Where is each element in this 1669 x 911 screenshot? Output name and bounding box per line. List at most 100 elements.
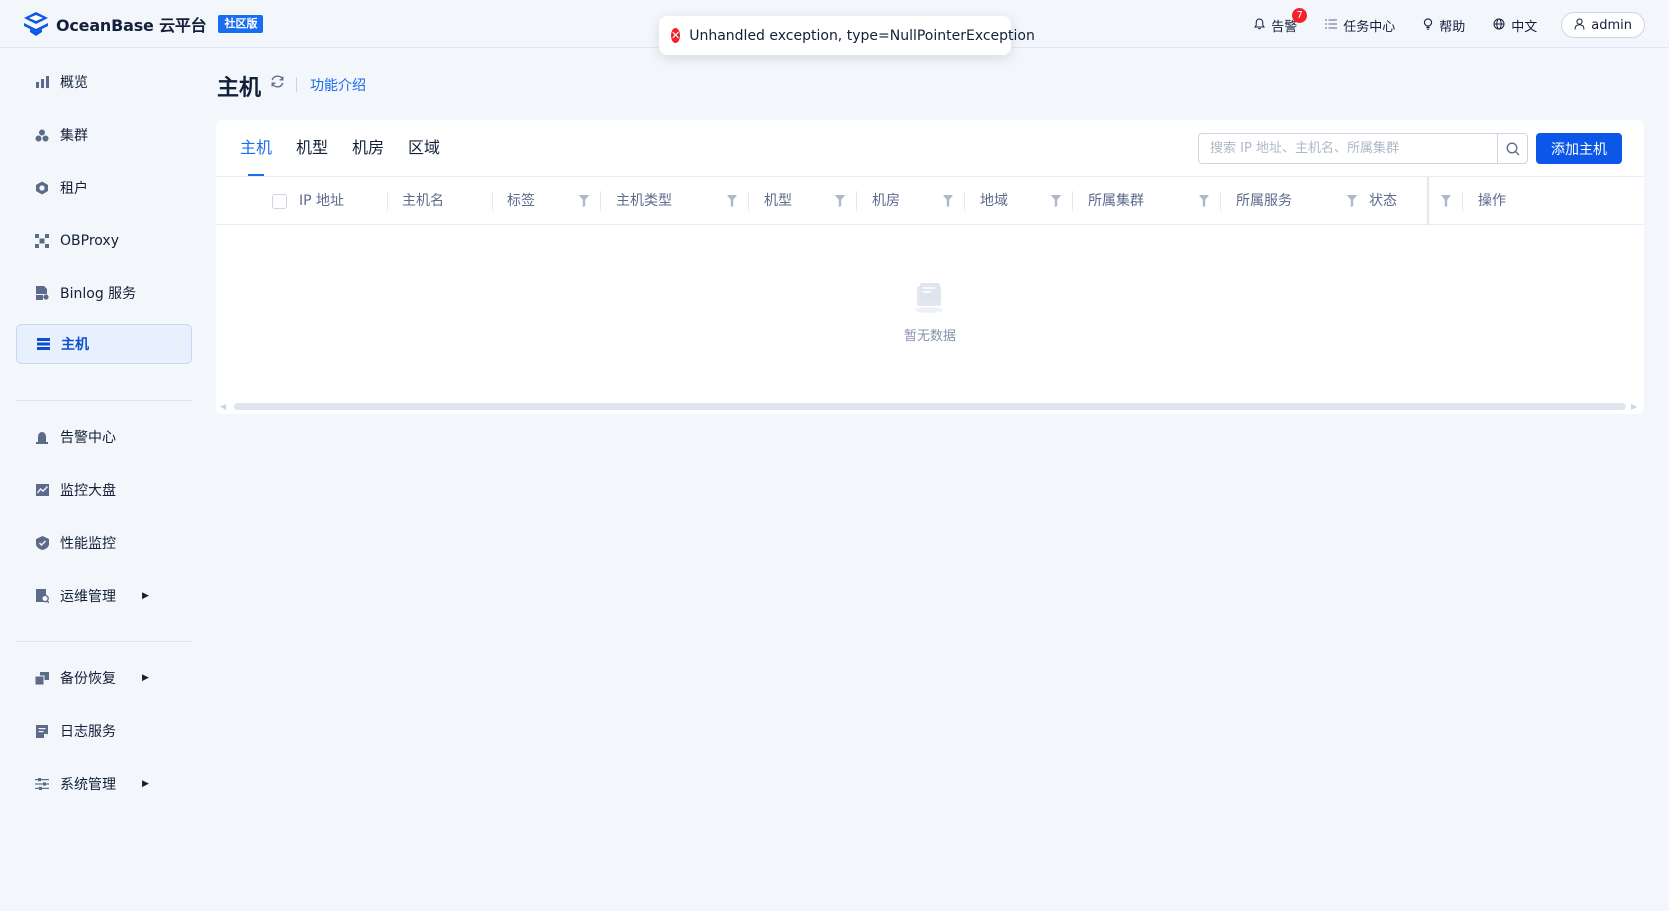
sidebar-item-label: 监控大盘 bbox=[60, 483, 116, 499]
backup-icon bbox=[34, 670, 50, 686]
sidebar-item-label: 系统管理 bbox=[60, 777, 116, 793]
alarm-icon bbox=[34, 429, 50, 445]
sidebar-item-label: 主机 bbox=[61, 337, 89, 353]
column-header-idc[interactable]: 机房 bbox=[872, 177, 900, 225]
tab-host[interactable]: 主机 bbox=[240, 120, 272, 176]
alerts-nav[interactable]: 告警 7 bbox=[1254, 7, 1308, 35]
filter-icon[interactable] bbox=[727, 195, 737, 207]
user-menu-button[interactable]: admin bbox=[1561, 12, 1645, 38]
column-resize-handle[interactable] bbox=[492, 191, 493, 211]
column-header-machine-type[interactable]: 机型 bbox=[764, 177, 792, 225]
caret-right-icon: ▶ bbox=[142, 591, 149, 601]
task-center-label: 任务中心 bbox=[1343, 19, 1396, 35]
lightbulb-icon bbox=[1423, 17, 1433, 33]
language-switch[interactable]: 中文 bbox=[1493, 16, 1537, 35]
column-header-tags[interactable]: 标签 bbox=[507, 177, 535, 225]
sidebar-item-label: OBProxy bbox=[60, 233, 119, 249]
sidebar-item-backup-restore[interactable]: 备份恢复 ▶ bbox=[16, 658, 192, 698]
help-label: 帮助 bbox=[1439, 19, 1466, 35]
sidebar: 概览 集群 租户 OBProxy Binlog 服务 主机 告警中心 监控大盘 … bbox=[0, 48, 200, 911]
search-button[interactable] bbox=[1497, 133, 1528, 164]
column-header-region[interactable]: 地域 bbox=[980, 177, 1008, 225]
error-toast: ✕ Unhandled exception, type=NullPointerE… bbox=[659, 16, 1035, 55]
column-header-host-type[interactable]: 主机类型 bbox=[616, 177, 672, 225]
column-resize-handle[interactable] bbox=[1072, 191, 1073, 211]
column-resize-handle[interactable] bbox=[856, 191, 857, 211]
column-resize-handle[interactable] bbox=[387, 191, 388, 211]
filter-icon[interactable] bbox=[579, 195, 589, 207]
title-divider bbox=[296, 77, 297, 92]
sidebar-item-host[interactable]: 主机 bbox=[16, 324, 192, 364]
sidebar-item-label: 运维管理 bbox=[60, 589, 116, 605]
binlog-icon bbox=[34, 285, 50, 301]
sidebar-item-monitor-dashboard[interactable]: 监控大盘 bbox=[16, 470, 192, 510]
sidebar-item-label: 性能监控 bbox=[60, 536, 116, 552]
tab-region[interactable]: 区域 bbox=[408, 120, 440, 176]
column-header-service[interactable]: 所属服务 bbox=[1236, 177, 1292, 225]
sidebar-item-label: 日志服务 bbox=[60, 724, 116, 740]
column-resize-handle[interactable] bbox=[964, 191, 965, 211]
sidebar-item-label: 概览 bbox=[60, 75, 88, 91]
sidebar-item-system-management[interactable]: 系统管理 ▶ bbox=[16, 764, 192, 804]
sidebar-item-label: Binlog 服务 bbox=[60, 286, 137, 302]
select-all-checkbox[interactable] bbox=[272, 194, 287, 209]
top-right-nav: 告警 7 任务中心 帮助 中文 admin bbox=[1226, 7, 1645, 38]
column-header-actions: 操作 bbox=[1478, 193, 1506, 209]
sidebar-item-log-service[interactable]: 日志服务 bbox=[16, 711, 192, 751]
sidebar-item-performance-monitor[interactable]: 性能监控 bbox=[16, 523, 192, 563]
search-icon bbox=[1506, 142, 1519, 155]
column-header-status[interactable]: 状态 bbox=[1369, 177, 1397, 225]
bell-icon bbox=[1254, 17, 1266, 33]
add-host-button[interactable]: 添加主机 bbox=[1536, 133, 1622, 164]
ops-icon bbox=[34, 588, 50, 604]
scroll-right-arrow-icon[interactable]: ▶ bbox=[1631, 402, 1637, 411]
task-center-nav[interactable]: 任务中心 bbox=[1325, 16, 1395, 35]
column-header-ip[interactable]: IP 地址 bbox=[299, 177, 344, 225]
oceanbase-logo-icon bbox=[24, 12, 48, 36]
sidebar-item-binlog[interactable]: Binlog 服务 bbox=[16, 273, 192, 313]
sidebar-item-obproxy[interactable]: OBProxy bbox=[16, 221, 192, 261]
error-toast-message: Unhandled exception, type=NullPointerExc… bbox=[689, 27, 1035, 44]
error-close-circle-icon: ✕ bbox=[671, 28, 681, 43]
sidebar-item-alarm-center[interactable]: 告警中心 bbox=[16, 417, 192, 457]
caret-right-icon: ▶ bbox=[142, 779, 149, 789]
sidebar-divider bbox=[16, 641, 192, 642]
tenant-icon bbox=[34, 180, 50, 196]
feature-intro-link[interactable]: 功能介绍 bbox=[310, 75, 366, 95]
refresh-icon[interactable] bbox=[270, 74, 285, 93]
column-header-hostname[interactable]: 主机名 bbox=[402, 177, 444, 225]
sidebar-item-cluster[interactable]: 集群 bbox=[16, 115, 192, 155]
bar-chart-icon bbox=[34, 74, 50, 90]
fixed-column-shadow bbox=[1427, 177, 1430, 225]
column-resize-handle[interactable] bbox=[1462, 191, 1463, 211]
filter-icon[interactable] bbox=[1441, 195, 1451, 207]
column-resize-handle[interactable] bbox=[748, 191, 749, 211]
user-name: admin bbox=[1591, 17, 1632, 33]
sidebar-item-ops-management[interactable]: 运维管理 ▶ bbox=[16, 576, 192, 616]
scroll-left-arrow-icon[interactable]: ◀ bbox=[220, 402, 226, 411]
column-resize-handle[interactable] bbox=[600, 191, 601, 211]
column-header-cluster[interactable]: 所属集群 bbox=[1088, 177, 1144, 225]
cluster-icon bbox=[34, 127, 50, 143]
user-icon bbox=[1574, 18, 1585, 33]
host-icon bbox=[35, 336, 51, 352]
sidebar-divider bbox=[16, 400, 192, 401]
filter-icon[interactable] bbox=[1051, 195, 1061, 207]
filter-icon[interactable] bbox=[1347, 195, 1357, 207]
sidebar-item-overview[interactable]: 概览 bbox=[16, 62, 192, 102]
host-list-card: 主机 机型 机房 区域 添加主机 IP 地址 主机名 标签 主机类型 机型 机房… bbox=[216, 120, 1644, 414]
search-input[interactable] bbox=[1198, 133, 1498, 164]
sidebar-item-tenant[interactable]: 租户 bbox=[16, 168, 192, 208]
empty-data-icon bbox=[915, 283, 943, 313]
filter-icon[interactable] bbox=[943, 195, 953, 207]
column-resize-handle[interactable] bbox=[1220, 191, 1221, 211]
brand-logo[interactable]: OceanBase 云平台 社区版 bbox=[22, 11, 264, 37]
filter-icon[interactable] bbox=[1199, 195, 1209, 207]
tab-machine-type[interactable]: 机型 bbox=[296, 120, 328, 176]
horizontal-scroll-thumb[interactable] bbox=[234, 403, 1626, 410]
page-title: 主机 bbox=[217, 76, 262, 101]
empty-state-text: 暂无数据 bbox=[903, 329, 956, 344]
help-nav[interactable]: 帮助 bbox=[1423, 16, 1465, 35]
filter-icon[interactable] bbox=[835, 195, 845, 207]
tab-idc[interactable]: 机房 bbox=[352, 120, 384, 176]
